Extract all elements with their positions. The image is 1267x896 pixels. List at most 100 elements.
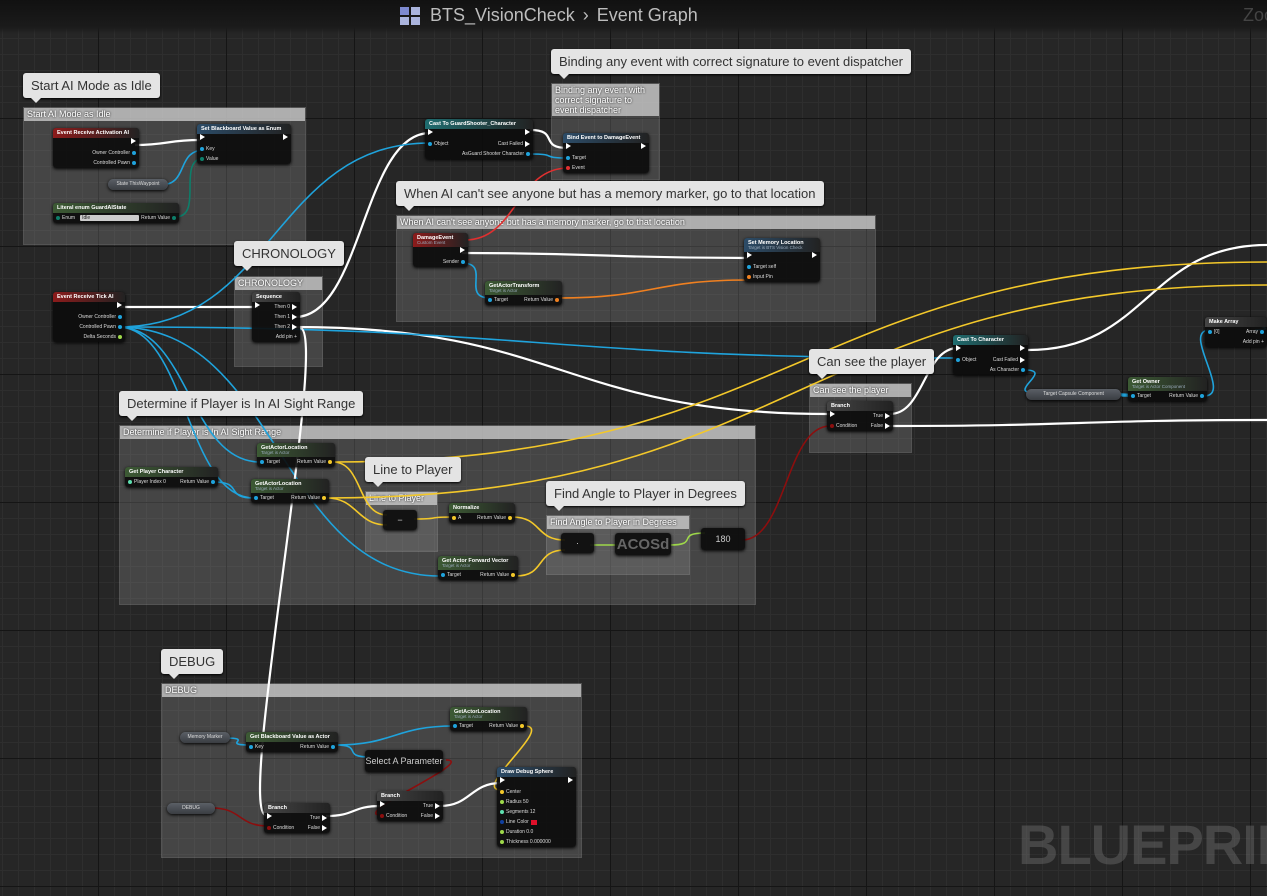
data-pin[interactable]: Line Color xyxy=(500,817,537,827)
enum-dropdown[interactable]: Idle xyxy=(80,215,140,221)
data-pin[interactable]: Controlled Pawn xyxy=(93,158,136,168)
exec-pin[interactable] xyxy=(500,777,507,783)
exec-pin[interactable] xyxy=(428,129,435,135)
node-state_var[interactable]: State ThisWaypoint xyxy=(108,179,168,190)
node-evt_activation[interactable]: Event Receive Activation AI Owner Control… xyxy=(53,128,139,168)
data-pin[interactable]: Target xyxy=(453,721,473,731)
exec-pin[interactable]: False xyxy=(421,811,440,821)
data-pin[interactable]: Condition xyxy=(830,421,857,431)
data-pin[interactable]: Player Index 0 xyxy=(128,477,166,487)
node-branch_dbg2[interactable]: Branch True Condition False xyxy=(377,791,443,821)
node-gal3[interactable]: GetActorLocation Target is Actor Target Ret… xyxy=(450,707,527,731)
data-pin[interactable]: Return Value xyxy=(291,493,326,503)
node-set_memory[interactable]: Set Memory Location Target is BTS Vision … xyxy=(744,238,820,282)
data-pin[interactable]: Target xyxy=(441,570,461,580)
node-evt_tick[interactable]: Event Receive Tick AI Owner Controller Con… xyxy=(53,292,125,342)
data-pin[interactable]: Return Value xyxy=(480,570,515,580)
exec-pin[interactable]: Cast Failed xyxy=(498,139,530,149)
exec-pin[interactable] xyxy=(115,302,122,308)
data-pin[interactable]: Duration 0.0 xyxy=(500,827,533,837)
data-pin[interactable]: Sender xyxy=(443,257,465,267)
data-pin[interactable]: Value xyxy=(200,154,218,164)
exec-pin[interactable]: True xyxy=(423,801,440,811)
exec-pin[interactable] xyxy=(129,138,136,144)
node-subtract[interactable]: − xyxy=(383,510,417,530)
exec-pin[interactable] xyxy=(200,134,207,140)
node-bind_event[interactable]: Bind Event to DamageEvent Target Event xyxy=(563,133,649,173)
data-pin[interactable]: Return Value xyxy=(524,295,559,305)
exec-pin[interactable]: False xyxy=(871,421,890,431)
comment-bubble-c_sight[interactable]: Determine if Player is In AI Sight Range xyxy=(119,391,364,421)
data-pin[interactable]: Array xyxy=(1246,327,1264,337)
exec-pin[interactable]: Then 2 xyxy=(274,322,297,332)
data-pin[interactable]: Radius 50 xyxy=(500,797,529,807)
node-is_valid[interactable]: Select A Parameter xyxy=(365,750,443,772)
exec-pin[interactable]: True xyxy=(310,813,327,823)
node-dot[interactable]: · xyxy=(561,533,594,553)
exec-pin[interactable] xyxy=(639,143,646,149)
exec-pin[interactable] xyxy=(267,813,274,819)
exec-pin[interactable] xyxy=(255,302,262,308)
exec-pin[interactable]: False xyxy=(308,823,327,833)
node-get_bb_actor[interactable]: Get Blackboard Value as Actor Key Return V… xyxy=(246,732,338,752)
node-fwd_vector[interactable]: Get Actor Forward Vector Target is Actor T… xyxy=(438,556,518,580)
comment-bubble-c_angle[interactable]: Find Angle to Player in Degrees xyxy=(546,481,745,511)
data-pin[interactable]: AsGuard Shooter Character xyxy=(462,149,530,159)
node-get_owner[interactable]: Get Owner Target is Actor Component Target… xyxy=(1128,377,1207,401)
exec-pin[interactable] xyxy=(458,247,465,253)
exec-pin[interactable] xyxy=(566,777,573,783)
exec-pin[interactable] xyxy=(566,143,573,149)
node-acos[interactable]: ACOSd xyxy=(615,533,671,555)
node-cast_char[interactable]: Cast To Character Object Cast Failed As Cha… xyxy=(953,335,1028,375)
data-pin[interactable]: Delta Seconds xyxy=(83,332,122,342)
node-literal_enum[interactable]: Literal enum GuardAIState Enum Idle Return … xyxy=(53,203,179,223)
data-pin[interactable]: Owner Controller xyxy=(92,148,136,158)
exec-pin[interactable]: Then 0 xyxy=(274,302,297,312)
data-pin[interactable]: Input Pin xyxy=(747,272,773,282)
node-gal2[interactable]: GetActorLocation Target is Actor Target Ret… xyxy=(251,479,329,503)
breadcrumb-blueprint[interactable]: BTS_VisionCheck xyxy=(430,5,575,26)
data-pin[interactable]: Return Value xyxy=(1169,391,1204,401)
data-pin[interactable]: Add pin + xyxy=(276,332,297,342)
exec-pin[interactable] xyxy=(747,252,754,258)
data-pin[interactable]: Target self xyxy=(747,262,776,272)
data-pin[interactable]: Key xyxy=(249,742,264,752)
data-pin[interactable]: A xyxy=(452,513,461,523)
data-pin[interactable]: Return Value xyxy=(180,477,215,487)
node-debug_var[interactable]: DEBUG xyxy=(167,803,215,814)
exec-pin[interactable] xyxy=(810,252,817,258)
exec-pin[interactable] xyxy=(956,345,963,351)
data-pin[interactable]: Target xyxy=(488,295,508,305)
data-pin[interactable]: Target xyxy=(254,493,274,503)
data-pin[interactable]: Return Value xyxy=(489,721,524,731)
data-pin[interactable]: Return Value xyxy=(477,513,512,523)
data-pin[interactable]: Object xyxy=(956,355,976,365)
data-pin[interactable]: Key xyxy=(200,144,215,154)
data-pin[interactable]: Target xyxy=(566,153,586,163)
comment-bubble-c_memory[interactable]: When AI can't see anyone but has a memor… xyxy=(396,181,824,211)
exec-pin[interactable]: True xyxy=(873,411,890,421)
comment-bubble-c_idle[interactable]: Start AI Mode as Idle xyxy=(23,73,160,103)
data-pin[interactable]: Target xyxy=(260,457,280,467)
comment-bubble-c_bind[interactable]: Binding any event with correct signature… xyxy=(551,49,911,79)
node-gal1[interactable]: GetActorLocation Target is Actor Target Ret… xyxy=(257,443,335,467)
data-pin[interactable]: Return Value xyxy=(297,457,332,467)
comment-bubble-c_chrono[interactable]: CHRONOLOGY xyxy=(234,241,344,271)
data-pin[interactable]: Condition xyxy=(267,823,294,833)
node-make_array[interactable]: Make Array [0] Array Add pin + xyxy=(1205,317,1267,347)
data-pin[interactable]: Owner Controller xyxy=(78,312,122,322)
node-set_bb_enum[interactable]: Set Blackboard Value as Enum Key Value xyxy=(197,124,291,164)
node-get_player[interactable]: Get Player Character Player Index 0 Return… xyxy=(125,467,218,487)
node-branch_dbg1[interactable]: Branch True Condition False xyxy=(264,803,330,833)
data-pin[interactable]: Center xyxy=(500,787,521,797)
data-pin[interactable]: Add pin + xyxy=(1243,337,1264,347)
comment-bubble-c_see[interactable]: Can see the player xyxy=(809,349,935,379)
node-damage_event[interactable]: DamageEvent Custom Event Sender xyxy=(413,233,468,267)
breadcrumb-graph[interactable]: Event Graph xyxy=(597,5,698,26)
data-pin[interactable]: Condition xyxy=(380,811,407,821)
data-pin[interactable]: Target xyxy=(1131,391,1151,401)
exec-pin[interactable] xyxy=(380,801,387,807)
data-pin[interactable]: Event xyxy=(566,163,585,173)
color-swatch[interactable] xyxy=(530,819,537,825)
exec-pin[interactable] xyxy=(1018,345,1025,351)
